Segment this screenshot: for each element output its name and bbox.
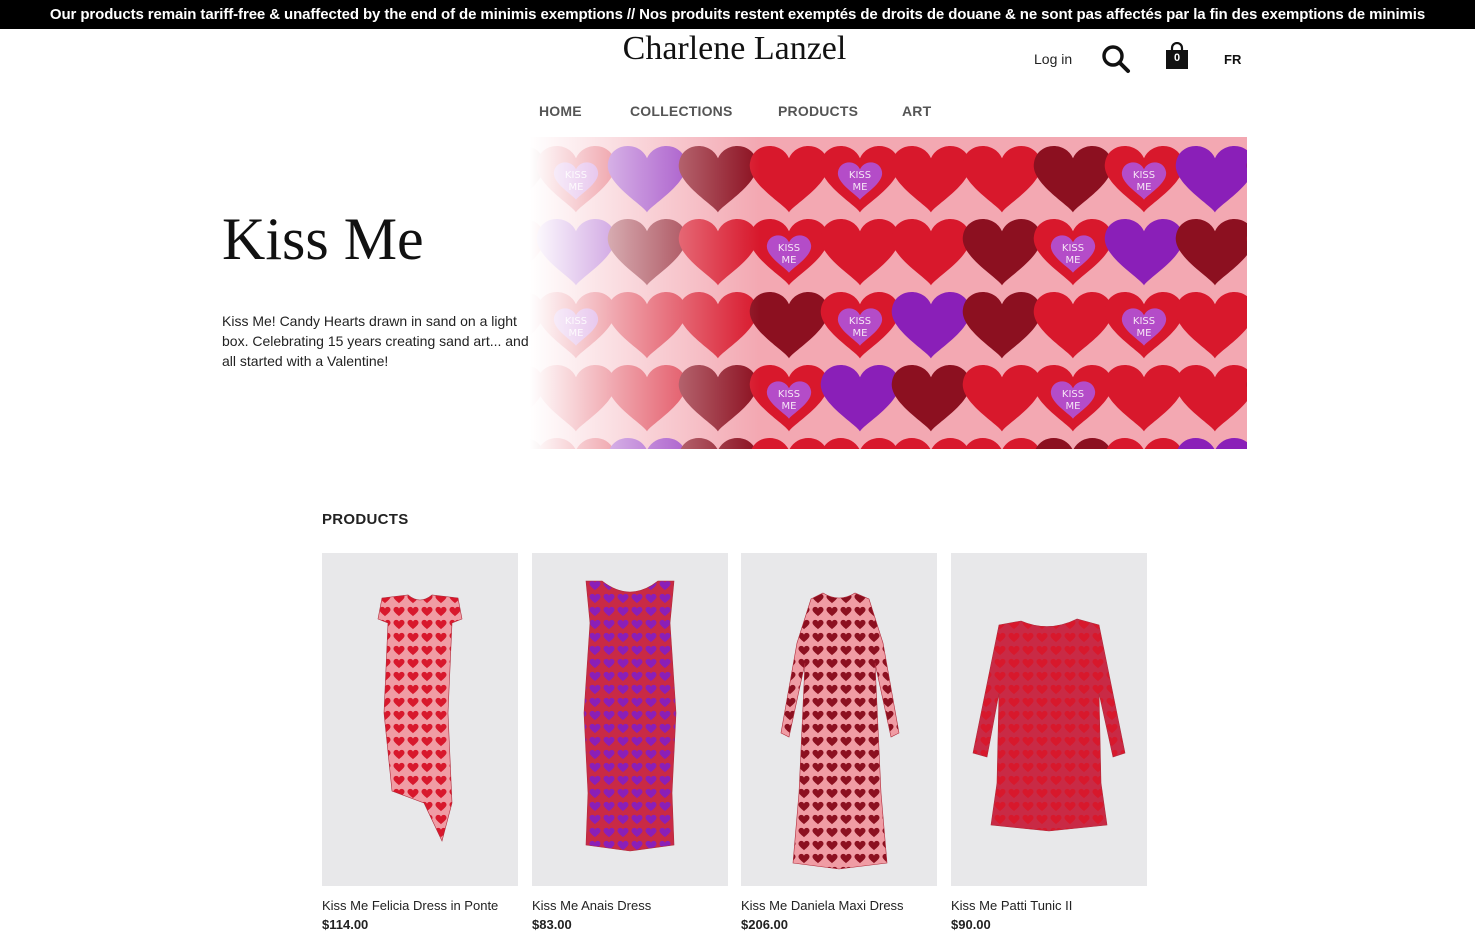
login-link[interactable]: Log in (1034, 51, 1072, 67)
cart-count: 0 (1173, 52, 1181, 64)
nav-art[interactable]: ART (902, 103, 931, 119)
product-image[interactable] (322, 553, 518, 886)
collection-banner-image: KISSMEKISSMEKISSMEKISSMEKISSMEKISSMEKISS… (530, 137, 1247, 449)
cart-button[interactable]: 0 (1164, 41, 1190, 70)
brand-name[interactable]: Charlene Lanzel (623, 30, 847, 68)
product-price: $83.00 (532, 917, 572, 932)
product-image[interactable] (532, 553, 728, 886)
product-price: $206.00 (741, 917, 788, 932)
dress-image (377, 594, 463, 842)
product-name[interactable]: Kiss Me Daniela Maxi Dress (741, 898, 937, 913)
product-image[interactable] (741, 553, 937, 886)
product-price: $114.00 (322, 917, 369, 932)
product-card[interactable]: Kiss Me Patti Tunic II $90.00 (951, 553, 1147, 932)
nav-collections[interactable]: COLLECTIONS (630, 103, 733, 119)
main-nav: HOME COLLECTIONS PRODUCTS ART (0, 103, 1475, 121)
product-card[interactable]: Kiss Me Daniela Maxi Dress $206.00 (741, 553, 937, 932)
dress-image (583, 580, 677, 852)
product-image[interactable] (951, 553, 1147, 886)
products-section-title: PRODUCTS (322, 511, 409, 528)
nav-products[interactable]: PRODUCTS (778, 103, 858, 119)
dress-image (780, 592, 900, 870)
product-name[interactable]: Kiss Me Anais Dress (532, 898, 728, 913)
announcement-bar: Our products remain tariff-free & unaffe… (0, 0, 1475, 29)
collection-description: Kiss Me! Candy Hearts drawn in sand on a… (222, 313, 540, 369)
product-price: $90.00 (951, 917, 991, 932)
product-card[interactable]: Kiss Me Anais Dress $83.00 (532, 553, 728, 932)
product-name[interactable]: Kiss Me Felicia Dress in Ponte (322, 898, 518, 913)
collection-title: Kiss Me (222, 206, 424, 272)
product-card[interactable]: Kiss Me Felicia Dress in Ponte $114.00 (322, 553, 518, 932)
brand-logo[interactable]: Charlene Lanzel (0, 30, 1475, 68)
product-name[interactable]: Kiss Me Patti Tunic II (951, 898, 1147, 913)
dress-image (972, 618, 1126, 832)
nav-home[interactable]: HOME (539, 103, 582, 119)
language-toggle[interactable]: FR (1224, 52, 1241, 67)
announcement-text: Our products remain tariff-free & unaffe… (49, 6, 1426, 23)
search-icon[interactable] (1101, 44, 1131, 74)
